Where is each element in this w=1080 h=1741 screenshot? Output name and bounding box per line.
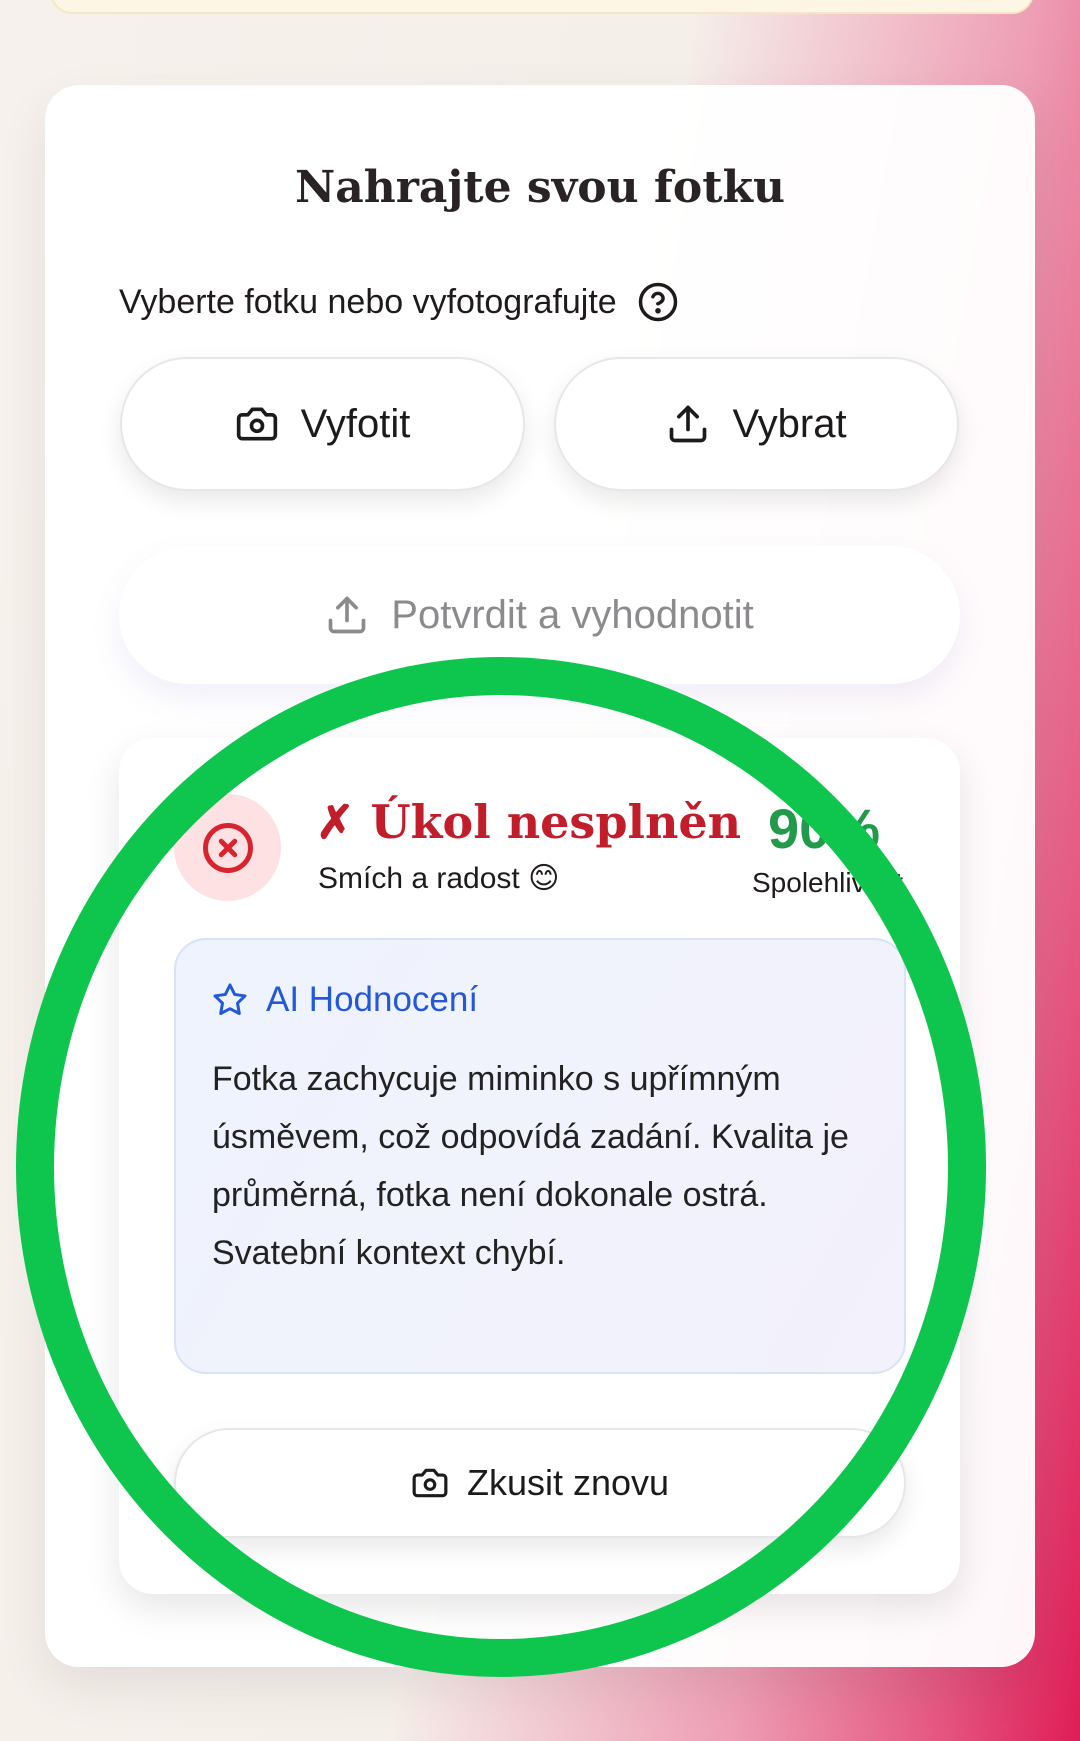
upload-icon [666, 402, 710, 446]
camera-icon [411, 1464, 449, 1502]
confidence-label: Spolehlivost [752, 867, 903, 898]
instruction-text: Vyberte fotku nebo vyfotografujte [119, 282, 617, 321]
status-indicator [174, 794, 281, 901]
confidence-score: 90% [768, 797, 881, 860]
task-name: Smích a radost 😊 [318, 862, 560, 895]
confirm-evaluate-button[interactable]: Potvrdit a vyhodnotit [119, 546, 960, 684]
retry-label: Zkusit znovu [466, 1462, 670, 1503]
retry-button[interactable]: Zkusit znovu [174, 1428, 906, 1538]
choose-photo-button[interactable]: Vybrat [554, 357, 959, 491]
upload-icon [325, 593, 369, 637]
ai-evaluation-title: AI Hodnocení [266, 980, 479, 1019]
x-circle-icon [201, 821, 255, 875]
ai-evaluation-header: AI Hodnocení [212, 980, 478, 1020]
camera-icon [235, 402, 279, 446]
ai-evaluation-text: Fotka zachycuje miminko s upřímným úsměv… [212, 1060, 849, 1272]
take-photo-label: Vyfotit [300, 401, 411, 446]
choose-photo-label: Vybrat [732, 401, 847, 446]
take-photo-button[interactable]: Vyfotit [120, 357, 525, 491]
star-icon [212, 982, 248, 1018]
top-info-banner [50, 0, 1034, 14]
help-circle-icon[interactable] [637, 281, 679, 323]
instruction-row: Vyberte fotku nebo vyfotografujte [119, 280, 679, 324]
confirm-evaluate-label: Potvrdit a vyhodnotit [391, 592, 754, 637]
upload-title: Nahrajte svou fotku [294, 162, 786, 213]
result-status-title: ✗ Úkol nesplněn [316, 795, 742, 849]
